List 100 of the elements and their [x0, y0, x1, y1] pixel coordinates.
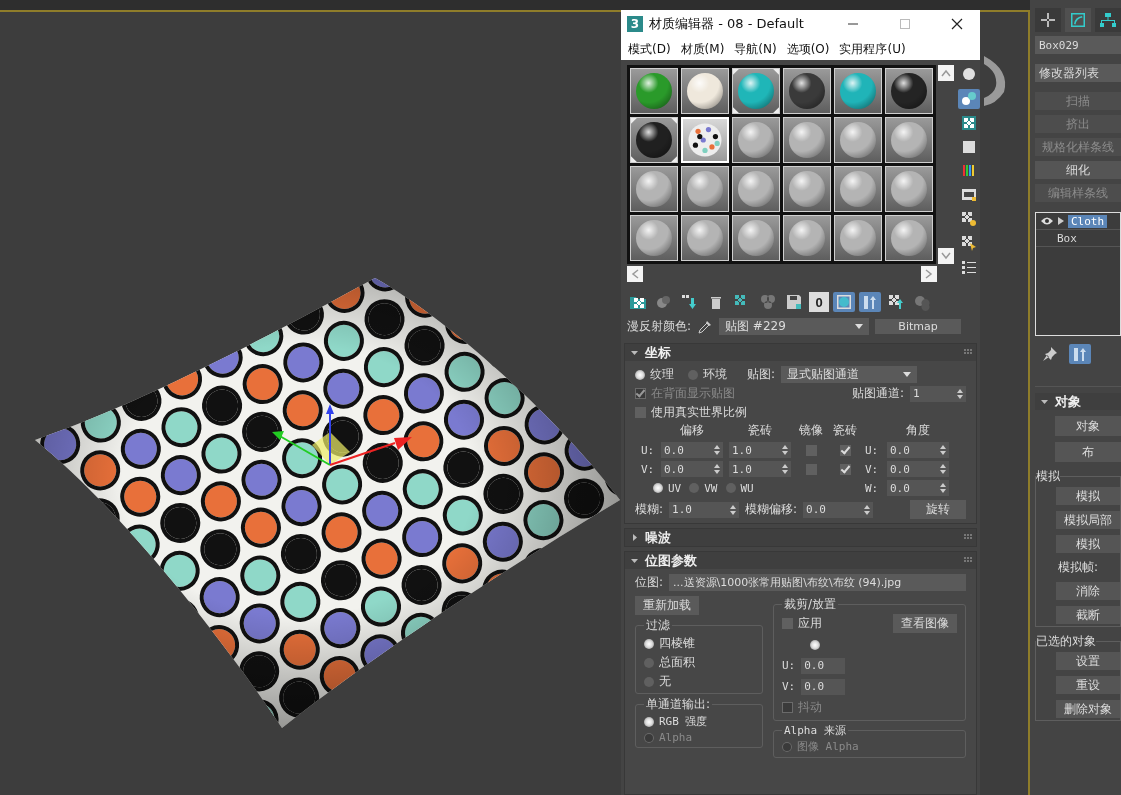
rollout-header[interactable]: 位图参数: [625, 552, 976, 569]
tile-checkbox[interactable]: [839, 444, 851, 456]
material-slot[interactable]: [885, 68, 933, 114]
panel-button[interactable]: 设置: [1056, 652, 1120, 670]
axis-label: U:: [782, 659, 796, 672]
menu-item[interactable]: 选项(O): [781, 40, 835, 58]
radio-button[interactable]: [689, 483, 700, 493]
expand-arrow-icon: [631, 533, 639, 542]
transform-gizmo-icon[interactable]: [272, 404, 412, 466]
spheres-icon: [655, 293, 673, 311]
checkbox[interactable]: [635, 407, 646, 418]
map-type-button[interactable]: Bitmap: [875, 319, 962, 334]
mapping-label: 贴图:: [747, 366, 776, 383]
rollout-header[interactable]: 对象: [1035, 393, 1121, 410]
rollout-title: 噪波: [645, 528, 672, 547]
angle-field[interactable]: 0.0: [887, 442, 949, 458]
checker-icon: [960, 114, 978, 132]
scroll-right-button[interactable]: [921, 266, 937, 282]
rollout-header[interactable]: 噪波: [625, 529, 976, 546]
crop-u-field[interactable]: 0.0: [801, 657, 846, 674]
panel-button[interactable]: 模拟局部: [1056, 511, 1120, 529]
scroll-left-button[interactable]: [627, 266, 643, 282]
panel-button[interactable]: 对象: [1055, 416, 1121, 436]
object-name-field[interactable]: Box029: [1035, 36, 1121, 54]
spinner-arrows-icon: [940, 445, 946, 455]
radio-button[interactable]: [653, 483, 663, 493]
checkbox-label: 应用: [798, 615, 822, 632]
viewcube-ring-icon[interactable]: [984, 56, 1006, 106]
panel-button[interactable]: 模拟: [1056, 487, 1120, 505]
modifier-button[interactable]: 细化: [1035, 161, 1121, 179]
radio-button[interactable]: [635, 369, 645, 380]
dropdown-arrow-icon: [855, 323, 864, 330]
tiling-field[interactable]: 1.0: [729, 442, 791, 458]
bar-arrow-icon: [861, 293, 879, 311]
mapping-dropdown[interactable]: 显式贴图通道: [781, 366, 918, 383]
option-label: RGB 强度: [659, 714, 708, 729]
expand-arrow-icon[interactable]: [1058, 217, 1064, 225]
stack-item[interactable]: Cloth: [1068, 214, 1108, 228]
panel-button[interactable]: 布: [1055, 442, 1121, 462]
list-icon: [960, 258, 978, 276]
material-slot[interactable]: [783, 68, 831, 114]
axis-label: U:: [641, 443, 655, 457]
angle-field[interactable]: 0.0: [887, 461, 949, 477]
radio-button[interactable]: [725, 483, 736, 493]
panel-button[interactable]: 删除对象: [1056, 700, 1120, 718]
grip-icon: [964, 556, 972, 565]
modifier-list-dropdown[interactable]: 修改器列表: [1035, 64, 1121, 82]
map-dropdown[interactable]: 贴图 #229: [719, 318, 870, 335]
offset-field[interactable]: 0.0: [661, 442, 723, 458]
scroll-up-button[interactable]: [938, 65, 954, 81]
option-label: VW: [704, 481, 718, 495]
checkbox[interactable]: [782, 618, 793, 629]
radio-button[interactable]: [810, 639, 820, 650]
reload-button[interactable]: 重新加载: [635, 596, 699, 615]
panel-button[interactable]: 消除: [1056, 582, 1120, 600]
side-tool-button[interactable]: [958, 89, 980, 109]
blur-field[interactable]: 1.0: [669, 501, 740, 518]
menu-item[interactable]: 导航(N): [729, 40, 782, 58]
view-image-button[interactable]: 查看图像: [893, 614, 957, 633]
bitmap-path-button[interactable]: ...送资源\1000张常用贴图\布纹\布纹 (94).jpg: [669, 574, 966, 591]
menu-item[interactable]: 材质(M): [675, 40, 730, 58]
floppy-icon: [785, 293, 803, 311]
eye-icon[interactable]: [1040, 216, 1054, 226]
panel-button[interactable]: 重设: [1056, 676, 1120, 694]
menu-item[interactable]: 模式(D): [623, 40, 676, 58]
mirror-checkbox[interactable]: [805, 444, 817, 456]
radio-button[interactable]: [644, 657, 654, 668]
panel-tab[interactable]: [1065, 8, 1091, 32]
rotate-button[interactable]: 旋转: [910, 500, 966, 519]
panel-button[interactable]: 截断: [1056, 606, 1120, 624]
panel-button[interactable]: 模拟: [1056, 535, 1120, 553]
blur-offset-field[interactable]: 0.0: [803, 501, 874, 518]
map-channel-field[interactable]: 1: [910, 385, 966, 402]
crop-v-field[interactable]: 0.0: [801, 678, 846, 695]
checkbox-label: 抖动: [798, 699, 822, 716]
radio-button[interactable]: [644, 638, 654, 649]
stack-item[interactable]: Box: [1054, 231, 1080, 245]
checkbox-label: 使用真实世界比例: [651, 404, 747, 421]
menu-item[interactable]: 实用程序(U): [834, 40, 911, 58]
angle-field[interactable]: 0.0: [887, 480, 949, 496]
viewport[interactable]: [0, 10, 1030, 795]
radio-button[interactable]: [688, 369, 698, 380]
grip-icon: [964, 533, 972, 542]
axis-label: U:: [865, 443, 880, 457]
radio-button[interactable]: [644, 676, 654, 687]
tile-checkbox[interactable]: [839, 463, 851, 475]
rollout-header[interactable]: 坐标: [625, 344, 976, 361]
material-id-button[interactable]: 0: [809, 292, 829, 312]
close-icon: [951, 18, 963, 30]
stack-tool-button[interactable]: [1069, 344, 1091, 364]
spheres-icon: [960, 90, 978, 108]
eyedropper-icon[interactable]: [697, 318, 714, 335]
radio-button[interactable]: [644, 716, 654, 727]
panel-tab[interactable]: [1095, 8, 1121, 32]
tiling-field[interactable]: 1.0: [729, 461, 791, 477]
offset-field[interactable]: 0.0: [661, 461, 723, 477]
spinner-arrows-icon: [957, 388, 963, 399]
mirror-checkbox[interactable]: [805, 463, 817, 475]
panel-tab[interactable]: [1035, 8, 1061, 32]
scroll-down-button[interactable]: [938, 248, 954, 264]
